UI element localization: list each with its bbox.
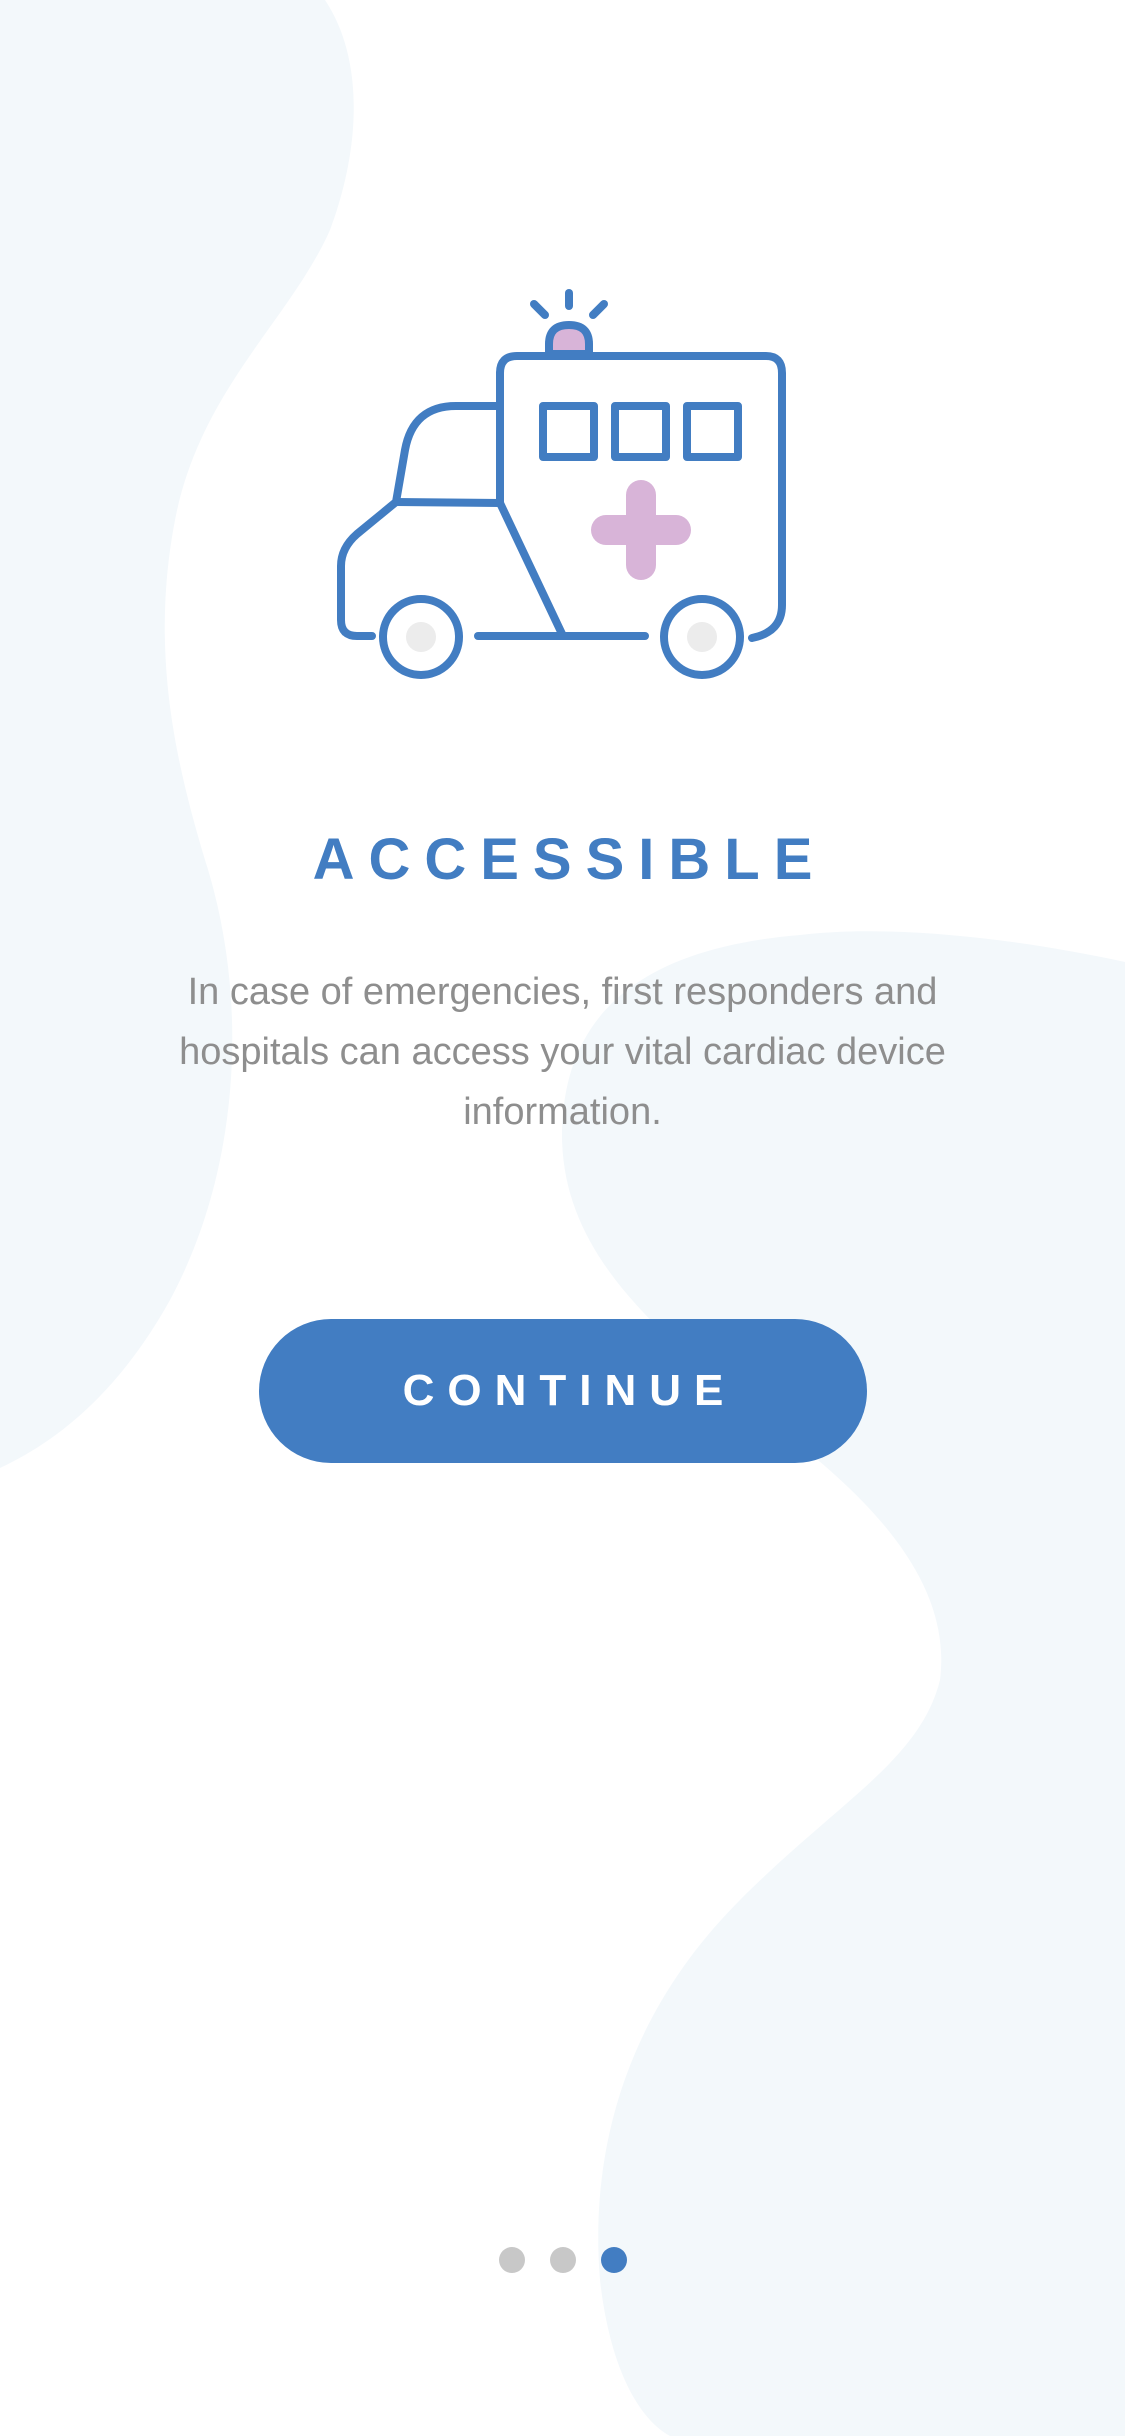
description-text: In case of emergencies, first responders… (179, 971, 946, 1133)
page-dot-1[interactable] (498, 2247, 525, 2273)
page-dot-3-active[interactable] (600, 2247, 627, 2273)
ambulance-icon (337, 289, 786, 679)
page-indicator (0, 2247, 1125, 2273)
right-wave-shape (561, 931, 1125, 2436)
continue-button[interactable]: CONTINUE (259, 1319, 867, 1463)
left-wave-shape (0, 0, 354, 1468)
screen-title: ACCESSIBLE (312, 827, 827, 892)
page-dot-2[interactable] (549, 2247, 576, 2273)
